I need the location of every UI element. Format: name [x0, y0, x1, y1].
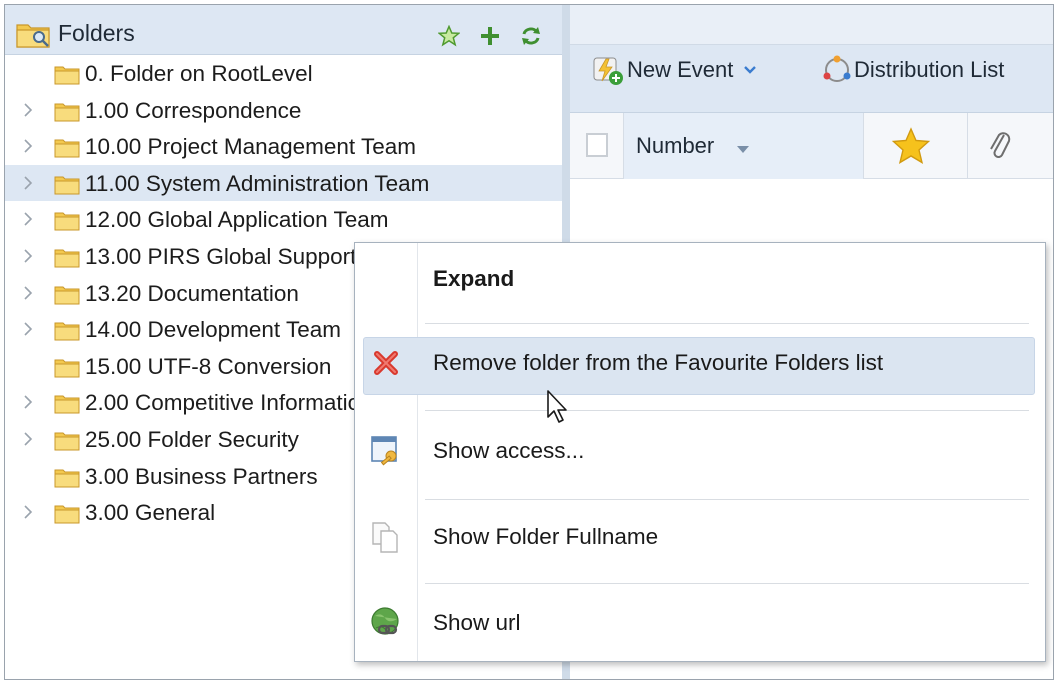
add-folder-icon[interactable]	[479, 25, 501, 47]
menu-separator	[425, 583, 1029, 584]
menu-separator	[425, 410, 1029, 411]
folder-row[interactable]: 1.00 Correspondence	[5, 92, 562, 129]
folder-label: 14.00 Development Team	[85, 317, 341, 343]
url-link-icon	[371, 607, 399, 635]
menu-item-label: Remove folder from the Favourite Folders…	[433, 350, 884, 375]
star-icon	[891, 127, 931, 164]
folder-row[interactable]: 12.00 Global Application Team	[5, 201, 562, 238]
folder-label: 11.00 System Administration Team	[85, 170, 430, 196]
remove-icon	[374, 351, 398, 375]
attachment-column-header[interactable]	[968, 113, 1053, 179]
menu-item-label: Show url	[433, 610, 521, 635]
folder-search-icon	[16, 24, 50, 48]
folder-row[interactable]: 0. Folder on RootLevel	[5, 55, 562, 92]
chevron-right-icon[interactable]	[21, 393, 35, 411]
folder-label: 13.20 Documentation	[85, 280, 299, 306]
distribution-list-button[interactable]: Distribution List	[822, 45, 1004, 95]
menu-separator	[425, 499, 1029, 500]
favourite-column-header[interactable]	[864, 113, 968, 179]
access-icon	[371, 436, 397, 466]
folder-icon	[54, 66, 80, 85]
menu-item-label: Show Folder Fullname	[433, 524, 659, 549]
menu-item-show-fullname[interactable]: Show Folder Fullname	[355, 507, 1045, 569]
app-frame: Folders 0. Folder on RootLevel 1.00 Corr…	[4, 4, 1054, 680]
menu-item-label: Show access...	[433, 438, 585, 463]
new-event-button[interactable]: New Event	[591, 45, 757, 95]
chevron-right-icon[interactable]	[21, 137, 35, 155]
folder-row[interactable]: 10.00 Project Management Team	[5, 128, 562, 165]
folder-label: 25.00 Folder Security	[85, 426, 299, 452]
folder-icon	[54, 286, 80, 305]
folder-row-selected[interactable]: 11.00 System Administration Team	[5, 164, 562, 202]
number-column-header[interactable]: Number	[624, 113, 864, 179]
menu-item-show-url[interactable]: Show url	[355, 593, 1045, 655]
folder-icon	[54, 249, 80, 268]
folder-icon	[54, 359, 80, 378]
folder-label: 12.00 Global Application Team	[85, 207, 389, 233]
paperclip-icon	[990, 132, 1011, 158]
folders-panel-title: Folders	[58, 20, 135, 46]
folder-icon	[54, 212, 80, 231]
folder-icon	[54, 505, 80, 524]
folder-icon	[54, 432, 80, 451]
folder-label: 2.00 Competitive Information	[85, 390, 373, 416]
folder-label: 13.00 PIRS Global Support	[85, 243, 357, 269]
toolbar: New Event Distribution List	[570, 5, 1053, 113]
folder-icon	[54, 103, 80, 122]
menu-item-label: Expand	[433, 266, 515, 291]
number-column-label: Number	[636, 133, 715, 158]
folder-context-menu: Expand Remove folder from the Favourite …	[354, 242, 1046, 662]
chevron-right-icon[interactable]	[21, 210, 35, 228]
folder-label: 3.00 General	[85, 500, 216, 526]
folders-panel-header: Folders	[5, 5, 562, 55]
add-favourite-star-icon[interactable]	[438, 25, 460, 47]
select-all-checkbox[interactable]	[586, 133, 608, 157]
folder-label: 15.00 UTF-8 Conversion	[85, 353, 332, 379]
menu-item-remove-favourite[interactable]: Remove folder from the Favourite Folders…	[355, 333, 1045, 395]
chevron-right-icon[interactable]	[21, 284, 35, 302]
folder-label: 10.00 Project Management Team	[85, 134, 417, 160]
chevron-right-icon[interactable]	[21, 503, 35, 521]
folder-icon	[54, 139, 80, 158]
menu-separator	[425, 323, 1029, 324]
toolbar-top-strip	[570, 5, 1053, 45]
grid-header: Number	[570, 113, 1053, 179]
refresh-icon[interactable]	[520, 25, 542, 47]
menu-item-expand[interactable]: Expand	[355, 249, 1045, 311]
copy-icon	[372, 522, 398, 553]
chevron-right-icon[interactable]	[21, 320, 35, 338]
new-event-icon	[593, 57, 623, 85]
folder-icon	[54, 322, 80, 341]
folder-icon	[54, 176, 80, 195]
folder-label: 3.00 Business Partners	[85, 463, 318, 489]
folder-label: 1.00 Correspondence	[85, 97, 302, 123]
chevron-right-icon[interactable]	[21, 430, 35, 448]
folder-label: 0. Folder on RootLevel	[85, 61, 313, 86]
folder-icon	[54, 469, 80, 488]
chevron-right-icon[interactable]	[21, 101, 35, 119]
distribution-list-icon	[823, 55, 851, 82]
folder-icon	[54, 395, 80, 414]
new-event-label: New Event	[627, 57, 734, 82]
menu-item-show-access[interactable]: Show access...	[355, 421, 1045, 483]
sort-arrow-icon[interactable]	[737, 146, 749, 154]
chevron-right-icon[interactable]	[21, 247, 35, 265]
chevron-right-icon[interactable]	[21, 174, 35, 192]
select-all-column	[570, 113, 624, 179]
chevron-down-icon[interactable]	[743, 65, 757, 75]
distribution-list-label: Distribution List	[854, 57, 1005, 82]
